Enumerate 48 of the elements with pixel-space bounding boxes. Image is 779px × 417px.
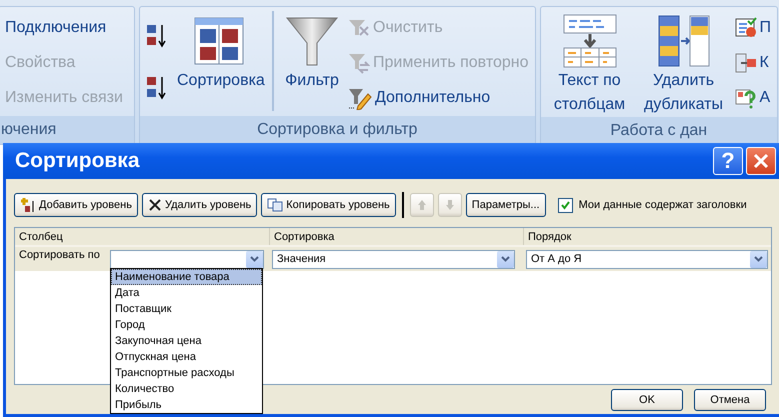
close-button[interactable]: [746, 147, 776, 175]
ribbon-item[interactable]: Дополнительно: [346, 81, 531, 114]
copy-level-button[interactable]: Копировать уровень: [261, 193, 396, 217]
dropdown-option[interactable]: Количество: [111, 381, 262, 397]
down-arrow-icon: [444, 198, 456, 212]
checkbox[interactable]: [558, 198, 573, 212]
column-header: Столбец: [18, 230, 64, 245]
close-icon: [752, 152, 770, 170]
sort-on-combo[interactable]: Значения: [272, 250, 515, 268]
delete-icon: [148, 198, 162, 212]
dropdown-option[interactable]: Отпускная цена: [111, 349, 262, 365]
sort-ascending-icon: [146, 22, 168, 50]
ribbon-button[interactable]: Сортировка: [174, 11, 264, 95]
ribbon-button[interactable]: Текст по столбцам: [544, 11, 635, 119]
dropdown-option[interactable]: Транспортные расходы: [111, 365, 262, 381]
group-label: Сортировка и фильтр: [140, 116, 535, 144]
delete-level-button[interactable]: Удалить уровень: [142, 193, 258, 217]
dialog-title: Сортировка: [15, 149, 141, 173]
help-button[interactable]: ?: [713, 147, 743, 175]
column-combo[interactable]: [110, 250, 264, 268]
ribbon-item[interactable]: А: [732, 81, 774, 114]
add-level-icon: [20, 197, 36, 213]
dropdown-option[interactable]: Поставщик: [111, 301, 262, 317]
group-label: ючения: [0, 116, 134, 144]
order-combo[interactable]: От А до Я: [526, 250, 768, 268]
dropdown-option[interactable]: Дата: [111, 285, 262, 301]
dropdown-option[interactable]: Город: [111, 317, 262, 333]
cancel-button[interactable]: Отмена: [694, 389, 766, 411]
dropdown-option[interactable]: Прибыль: [111, 397, 262, 413]
group-label: Работа с дан: [540, 117, 778, 144]
text-to-columns-icon: [562, 13, 617, 69]
options-button[interactable]: Параметры...: [466, 193, 546, 217]
ok-button[interactable]: OK: [611, 389, 683, 411]
header-checkbox[interactable]: Мои данные содержат заголовки: [558, 198, 747, 212]
dropdown-option[interactable]: Закупочная цена: [111, 333, 262, 349]
remove-duplicates-icon: [656, 13, 711, 69]
ribbon-item[interactable]: Подключения: [3, 11, 125, 44]
copy-icon: [267, 198, 284, 212]
ribbon-item[interactable]: П: [732, 11, 774, 44]
up-arrow-icon: [416, 198, 428, 212]
ribbon-item[interactable]: К: [732, 46, 774, 79]
dropdown-option[interactable]: Наименование товара: [111, 269, 262, 285]
ribbon-button[interactable]: Фильтр: [282, 11, 342, 95]
checkbox-label: Мои данные содержат заголовки: [578, 199, 747, 211]
add-level-button[interactable]: Добавить уровень: [14, 193, 138, 217]
row-label: Сортировать по: [18, 248, 101, 261]
ribbon-button[interactable]: Удалить дубликаты: [638, 11, 729, 119]
sort-descending-icon: [146, 74, 168, 102]
